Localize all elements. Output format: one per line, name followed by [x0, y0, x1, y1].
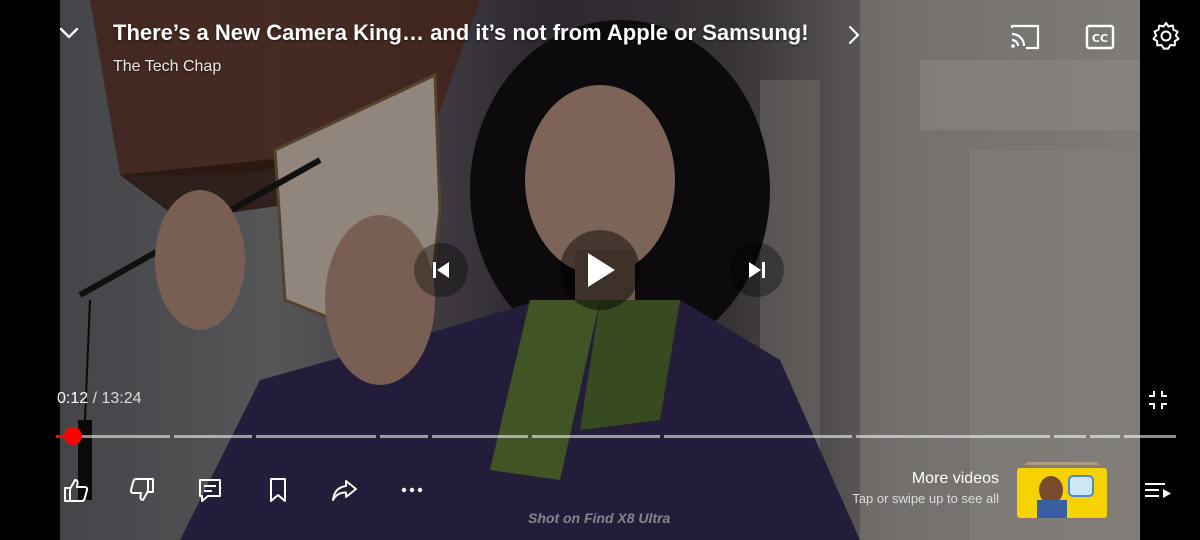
chapter-segment[interactable]: [664, 435, 852, 438]
thumbs-down-icon: [129, 478, 154, 501]
share-icon: [332, 480, 357, 501]
next-button[interactable]: [730, 243, 784, 297]
save-button[interactable]: [264, 476, 292, 504]
chapter-segment[interactable]: [380, 435, 428, 438]
comments-button[interactable]: [196, 476, 224, 504]
more-horizontal-icon: [401, 487, 423, 493]
cast-icon[interactable]: [1008, 22, 1042, 52]
video-watermark: Shot on Find X8 Ultra: [528, 510, 671, 526]
chapter-segment[interactable]: [1054, 435, 1086, 438]
chapter-segment[interactable]: [1124, 435, 1176, 438]
thumbnail-image: [1017, 468, 1107, 518]
video-title[interactable]: There’s a New Camera King… and it’s not …: [113, 20, 809, 46]
more-videos-thumbnail[interactable]: [1017, 462, 1107, 518]
channel-name[interactable]: The Tech Chap: [113, 58, 221, 76]
chapter-segment[interactable]: [856, 435, 1050, 438]
chapter-segment[interactable]: [174, 435, 252, 438]
previous-button[interactable]: [414, 243, 468, 297]
comment-icon: [199, 479, 221, 502]
chapter-segment[interactable]: [532, 435, 660, 438]
skip-previous-icon: [433, 262, 449, 278]
share-button[interactable]: [330, 476, 358, 504]
more-videos-title: More videos: [911, 470, 999, 487]
like-button[interactable]: [62, 476, 90, 504]
chapter-segment[interactable]: [1090, 435, 1120, 438]
chapter-segment[interactable]: [256, 435, 376, 438]
time-separator: /: [92, 390, 98, 407]
svg-text:CC: CC: [1092, 32, 1108, 45]
chevron-right-icon[interactable]: [844, 22, 864, 48]
video-player[interactable]: There’s a New Camera King… and it’s not …: [0, 0, 1200, 540]
bookmark-icon: [270, 478, 286, 502]
current-time: 0:12: [57, 390, 89, 407]
play-icon: [588, 253, 615, 287]
time-display: 0:12 / 13:24: [57, 390, 142, 408]
gear-icon[interactable]: [1150, 20, 1182, 52]
chevron-down-icon[interactable]: [56, 20, 82, 46]
progress-scrubber[interactable]: [63, 427, 82, 445]
play-button[interactable]: [560, 230, 640, 310]
dislike-button[interactable]: [128, 476, 156, 504]
skip-next-icon: [749, 262, 765, 278]
playlist-icon[interactable]: [1143, 480, 1173, 502]
more-videos-panel[interactable]: More videos Tap or swipe up to see all: [852, 470, 999, 506]
thumbs-up-icon: [64, 479, 89, 502]
more-videos-subtitle: Tap or swipe up to see all: [852, 491, 999, 506]
video-duration: 13:24: [101, 390, 142, 407]
closed-captions-icon[interactable]: CC: [1084, 22, 1118, 52]
chapter-segment[interactable]: [432, 435, 528, 438]
more-actions-button[interactable]: [398, 476, 426, 504]
exit-fullscreen-icon[interactable]: [1146, 388, 1170, 412]
player-controls-overlay: There’s a New Camera King… and it’s not …: [0, 0, 1200, 540]
progress-bar[interactable]: [56, 427, 1176, 445]
